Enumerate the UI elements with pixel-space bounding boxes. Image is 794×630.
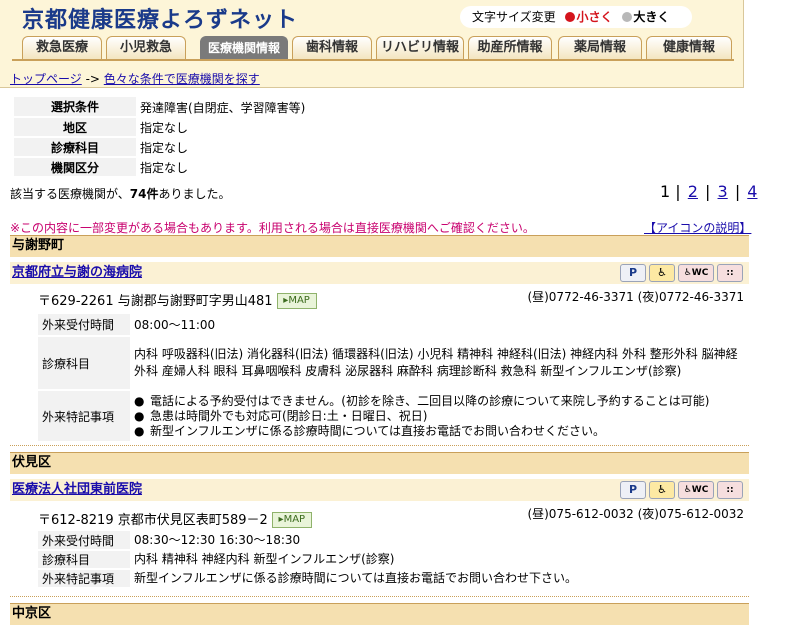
tab-midwifery[interactable]: 助産所情報: [468, 36, 552, 60]
page-separator: |: [734, 182, 741, 201]
condition-label: 選択条件: [14, 97, 136, 118]
note-item: 新型インフルエンザに係る診療時間については直接お電話でお問い合わせください。: [134, 424, 746, 439]
breadcrumb-home-link[interactable]: トップページ: [10, 72, 82, 86]
font-large-option[interactable]: 大きく: [622, 10, 669, 24]
tab-underline: [12, 59, 734, 61]
info-label-notes: 外来特記事項: [38, 390, 130, 443]
region-header-nakagyo: 中京区: [10, 603, 749, 625]
info-label-hours: 外来受付時間: [38, 531, 130, 551]
hospital-name-link[interactable]: 医療法人社団東前医院: [12, 482, 142, 497]
info-label-hours: 外来受付時間: [38, 314, 130, 337]
map-label: MAP: [283, 514, 306, 525]
facility-icons: P ♿ ♿WC::: [617, 481, 743, 499]
result-suffix: ありました。: [158, 187, 231, 201]
tab-dental[interactable]: 歯科情報: [292, 36, 372, 60]
font-size-switcher: 文字サイズ変更 小さく 大きく: [460, 6, 692, 28]
condition-value: 指定なし: [140, 140, 189, 155]
site-header: 京都健康医療よろずネット 文字サイズ変更 小さく 大きく 救急医療 小児救急 医…: [0, 0, 744, 88]
breadcrumb-current-link[interactable]: 色々な条件で医療機関を探す: [104, 72, 260, 86]
accessible-toilet-icon: ♿WC: [678, 264, 714, 282]
page-current: 1: [660, 182, 671, 201]
hospital-info-table: 外来受付時間 08:00～11:00 診療科目 内科 呼吸器科(旧法) 消化器科(旧…: [38, 314, 746, 443]
notice-text: ※この内容に一部変更がある場合もあります。利用される場合は直接医療機関へご確認く…: [10, 221, 535, 235]
other-facility-icon: ::: [717, 264, 743, 282]
hospital-info-table: 外来受付時間 08:30～12:30 16:30～18:30 診療科目 内科 精神科…: [38, 531, 746, 589]
tab-rehabilitation[interactable]: リハビリ情報: [376, 36, 464, 60]
tab-health-info[interactable]: 健康情報: [646, 36, 732, 60]
font-size-label: 文字サイズ変更: [472, 10, 556, 24]
wc-icon-label: WC: [691, 268, 709, 278]
tab-emergency[interactable]: 救急医療: [22, 36, 102, 60]
page-link-4[interactable]: 4: [745, 182, 759, 201]
info-value-depts: 内科 精神科 神経内科 新型インフルエンザ(診察): [134, 552, 395, 566]
parking-icon: P: [620, 481, 646, 499]
info-label-notes: 外来特記事項: [38, 569, 130, 589]
map-button[interactable]: ▸MAP: [276, 293, 317, 309]
page-separator: |: [705, 182, 711, 201]
wheelchair-icon: ♿: [649, 481, 675, 499]
info-label-depts: 診療科目: [38, 336, 130, 391]
address-text: 〒612-8219 京都市伏見区表町589－2: [38, 513, 268, 528]
hospital-address: 〒629-2261 与謝郡与謝野町字男山481 ▸MAP: [38, 290, 317, 309]
address-text: 〒629-2261 与謝郡与謝野町字男山481: [38, 294, 273, 309]
result-count-value: 74件: [129, 187, 159, 201]
breadcrumb-separator: ->: [81, 72, 104, 86]
site-title[interactable]: 京都健康医療よろずネット: [22, 2, 298, 34]
page-link-3[interactable]: 3: [716, 182, 730, 201]
hospital-phone: (昼)0772-46-3371 (夜)0772-46-3371: [527, 290, 744, 304]
section-divider: [10, 596, 749, 597]
condition-value: 指定なし: [140, 160, 189, 175]
map-label: MAP: [288, 295, 310, 306]
map-button[interactable]: ▸MAP: [271, 512, 312, 528]
font-large-label: 大きく: [633, 10, 670, 24]
hospital-name-bar: 京都府立与謝の海病院 P ♿ ♿WC::: [10, 262, 749, 284]
condition-value: 指定なし: [140, 120, 189, 135]
info-value-notes: 新型インフルエンザに係る診療時間については直接お電話でお問い合わせ下さい。: [134, 571, 578, 585]
info-value-notes: 電話による予約受付はできません。(初診を除き、二回目以降の診療について来院し予約…: [130, 390, 746, 442]
parking-icon: P: [620, 264, 646, 282]
condition-label: 地区: [14, 117, 136, 138]
page-link-2[interactable]: 2: [686, 182, 700, 201]
info-label-depts: 診療科目: [38, 550, 130, 570]
breadcrumb: トップページ -> 色々な条件で医療機関を探す: [10, 70, 260, 87]
tab-medical-institutions[interactable]: 医療機関情報: [200, 36, 288, 60]
hospital-name-bar: 医療法人社団東前医院 P ♿ ♿WC::: [10, 479, 749, 501]
info-value-hours: 08:00～11:00: [134, 317, 216, 332]
section-divider: [10, 445, 749, 446]
hospital-name-link[interactable]: 京都府立与謝の海病院: [12, 265, 142, 280]
other-facility-icon: ::: [717, 481, 743, 499]
radio-selected-icon: [565, 12, 576, 22]
page-separator: |: [675, 182, 681, 201]
wheelchair-icon: ♿: [649, 264, 675, 282]
note-item: 電話による予約受付はできません。(初診を除き、二回目以降の診療について来院し予約…: [134, 394, 746, 409]
info-value-depts: 内科 呼吸器科(旧法) 消化器科(旧法) 循環器科(旧法) 小児科 精神科 神経…: [134, 347, 738, 378]
hospital-phone: (昼)075-612-0032 (夜)075-612-0032: [527, 507, 744, 521]
accessible-toilet-icon: ♿WC: [678, 481, 714, 499]
icon-help-link[interactable]: 【アイコンの説明】: [644, 219, 751, 236]
info-value-hours: 08:30～12:30 16:30～18:30: [134, 533, 301, 547]
condition-label: 機関区分: [14, 157, 136, 178]
font-small-label: 小さく: [576, 10, 613, 24]
result-prefix: 該当する医療機関が、: [10, 187, 130, 201]
pagination: 1 | 2 | 3 | 4: [660, 182, 759, 201]
radio-unselected-icon: [622, 12, 633, 22]
facility-icons: P ♿ ♿WC::: [617, 264, 743, 282]
font-small-option[interactable]: 小さく: [565, 10, 613, 24]
region-header-fushimi: 伏見区: [10, 452, 749, 474]
region-header-yosano: 与謝野町: [10, 235, 749, 257]
hospital-address: 〒612-8219 京都市伏見区表町589－2 ▸MAP: [38, 509, 312, 528]
note-item: 急患は時間外でも対応可(閉診日:土・日曜日、祝日): [134, 409, 746, 424]
search-conditions-table: 選択条件 発達障害(自閉症、学習障害等) 地区 指定なし 診療科目 指定なし 機関区分…: [14, 97, 436, 178]
tab-pharmacy[interactable]: 薬局情報: [558, 36, 642, 60]
condition-value: 発達障害(自閉症、学習障害等): [140, 100, 306, 115]
tab-pediatric-emergency[interactable]: 小児救急: [106, 36, 186, 60]
condition-label: 診療科目: [14, 137, 136, 158]
result-count: 該当する医療機関が、74件ありました。: [10, 185, 230, 202]
wc-icon-label: WC: [691, 485, 709, 495]
